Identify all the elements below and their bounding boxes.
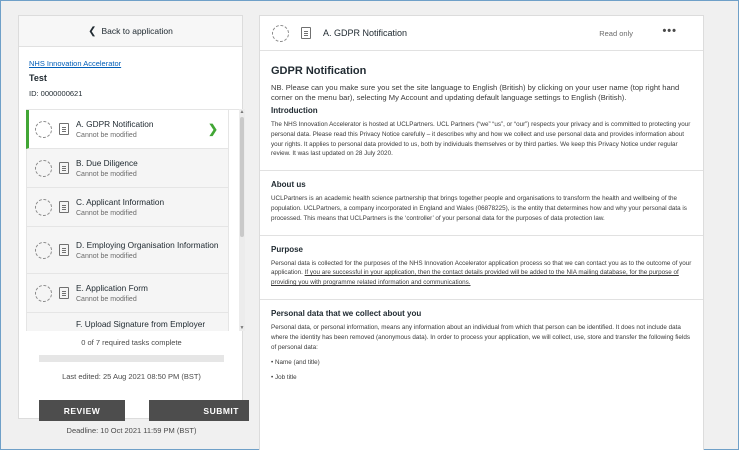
status-circle-icon	[272, 24, 289, 42]
task-title: B. Due Diligence	[76, 158, 138, 168]
purpose-heading: Purpose	[271, 244, 304, 254]
project-name: Test	[29, 73, 47, 83]
project-link[interactable]: NHS Innovation Accelerator	[29, 59, 232, 68]
list-item: • Job title	[271, 374, 297, 382]
task-item-employing-organisation[interactable]: D. Employing Organisation Information Ca…	[26, 227, 229, 274]
page-title: GDPR Notification	[271, 65, 367, 77]
task-list: A. GDPR Notification Cannot be modified …	[26, 109, 239, 331]
back-label: Back to application	[101, 26, 173, 36]
list-item: • Name (and title)	[271, 359, 320, 367]
purpose-text-b: If you are successful in your applicatio…	[271, 269, 679, 287]
chevron-right-icon: ❯	[207, 122, 218, 136]
divider	[260, 170, 703, 172]
task-status: Cannot be modified	[76, 296, 137, 303]
task-status: Cannot be modified	[76, 210, 137, 217]
task-item-due-diligence[interactable]: B. Due Diligence Cannot be modified	[26, 149, 229, 188]
collect-heading: Personal data that we collect about you	[271, 308, 422, 318]
document-icon	[59, 123, 69, 135]
scroll-thumb[interactable]	[240, 117, 244, 237]
app-frame: ❮ Back to application NHS Innovation Acc…	[0, 0, 739, 450]
progress-text: 0 of 7 required tasks complete	[81, 338, 182, 347]
scroll-down-icon[interactable]: ▼	[239, 325, 245, 331]
task-status: Cannot be modified	[76, 253, 137, 260]
progress-bar	[39, 355, 224, 362]
document-icon	[59, 201, 69, 213]
back-to-application-link[interactable]: ❮ Back to application	[19, 16, 242, 47]
status-circle-icon	[35, 241, 52, 259]
introduction-text: The NHS Innovation Accelerator is hosted…	[271, 121, 691, 158]
status-circle-icon	[35, 120, 52, 138]
task-title: F. Upload Signature from Employer	[76, 319, 206, 329]
more-options-icon[interactable]: •••	[662, 25, 677, 37]
status-circle-icon	[35, 159, 52, 177]
collect-text: Personal data, or personal information, …	[271, 323, 690, 351]
task-title: A. GDPR Notification	[76, 119, 154, 129]
task-item-application-form[interactable]: E. Application Form Cannot be modified	[26, 274, 229, 313]
about-text: UCLPartners is an academic health scienc…	[271, 195, 687, 222]
task-item-gdpr-notification[interactable]: A. GDPR Notification Cannot be modified …	[26, 110, 229, 149]
task-list-scrollbar[interactable]: ▲ ▼	[239, 109, 245, 331]
status-circle-icon	[35, 198, 52, 216]
read-only-badge: Read only	[599, 28, 633, 38]
document-icon	[59, 287, 69, 299]
document-icon	[59, 244, 69, 256]
last-edited: Last edited: 25 Aug 2021 08:50 PM (BST)	[62, 372, 201, 381]
status-circle-icon	[35, 284, 52, 302]
about-heading: About us	[271, 180, 306, 190]
divider	[260, 298, 703, 300]
main-panel: A. GDPR Notification Read only ••• GDPR …	[259, 15, 704, 450]
action-buttons: REVIEW SUBMIT	[39, 400, 249, 421]
task-title: D. Employing Organisation Information	[76, 240, 219, 250]
submit-button[interactable]: SUBMIT	[149, 400, 249, 421]
scroll-up-icon[interactable]: ▲	[239, 109, 245, 115]
task-item-applicant-information[interactable]: C. Applicant Information Cannot be modif…	[26, 188, 229, 227]
divider	[260, 234, 703, 236]
review-button[interactable]: REVIEW	[39, 400, 125, 421]
chevron-left-icon: ❮	[88, 25, 97, 37]
language-note: NB. Please can you make sure you set the…	[271, 83, 680, 102]
project-id: ID: 0000000621	[29, 89, 83, 98]
project-info: NHS Innovation Accelerator Test ID: 0000…	[19, 47, 242, 108]
section-header: A. GDPR Notification Read only •••	[260, 16, 703, 51]
document-icon	[301, 27, 311, 39]
task-title: E. Application Form	[76, 283, 148, 293]
section-title: A. GDPR Notification	[323, 28, 408, 38]
introduction-heading: Introduction	[271, 106, 318, 115]
section-content: GDPR Notification NB. Please can you mak…	[260, 51, 703, 382]
task-item-upload-signature[interactable]: F. Upload Signature from Employer	[26, 313, 229, 331]
deadline: Deadline: 10 Oct 2021 11:59 PM (BST)	[66, 426, 197, 435]
task-title: C. Applicant Information	[76, 197, 165, 207]
sidebar: ❮ Back to application NHS Innovation Acc…	[18, 15, 249, 435]
task-status: Cannot be modified	[76, 171, 137, 178]
document-icon	[59, 162, 69, 174]
task-status: Cannot be modified	[76, 132, 137, 139]
purpose-text: Personal data is collected for the purpo…	[271, 259, 693, 288]
